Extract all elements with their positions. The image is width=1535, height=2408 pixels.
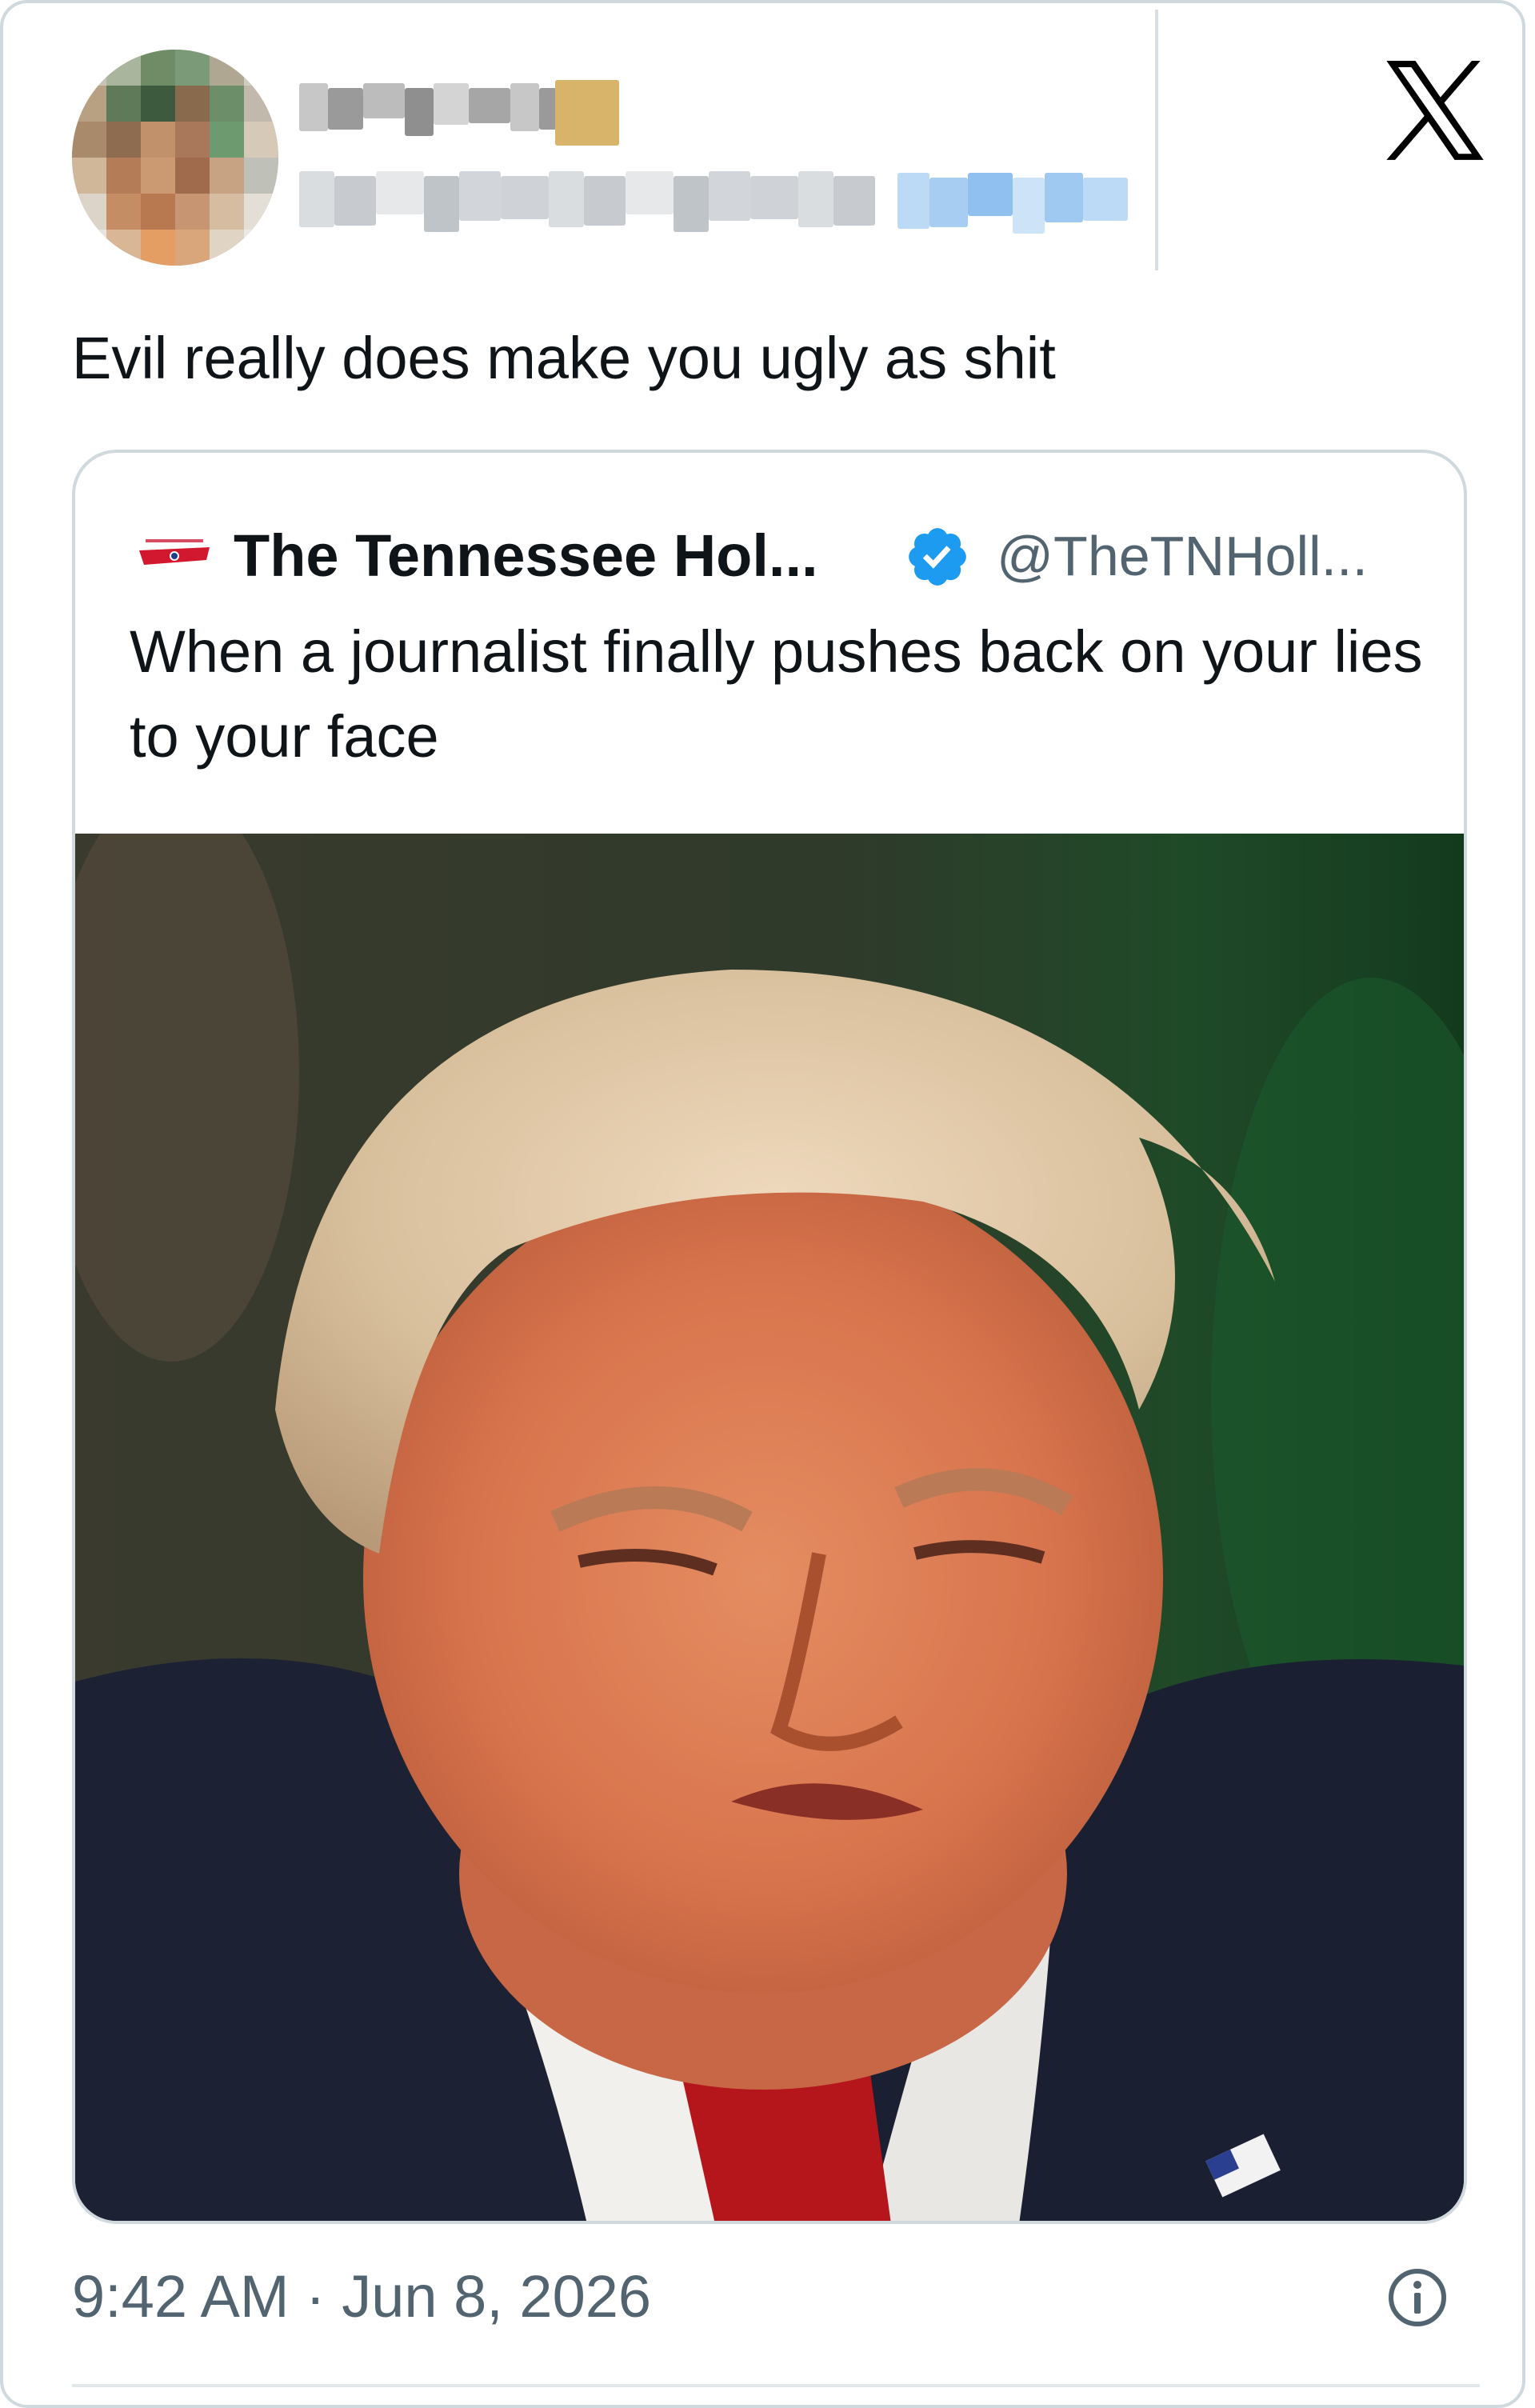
follow-link-obscured[interactable] bbox=[897, 170, 1128, 237]
author-handle-obscured[interactable] bbox=[299, 168, 875, 235]
tennessee-holler-logo bbox=[139, 538, 210, 565]
quoted-display-name[interactable]: The Tennessee Hol... bbox=[234, 522, 818, 590]
header-divider bbox=[1155, 10, 1158, 270]
quoted-handle[interactable]: @TheTNHoll... bbox=[997, 522, 1368, 590]
footer-divider bbox=[72, 2384, 1480, 2387]
author-avatar[interactable] bbox=[72, 50, 278, 266]
x-logo-icon[interactable] bbox=[1361, 61, 1509, 160]
quoted-tweet-photo[interactable] bbox=[75, 834, 1464, 2224]
info-icon[interactable] bbox=[1387, 2267, 1448, 2328]
tweet-text: Evil really does make you ugly as shit bbox=[72, 325, 1056, 391]
quoted-tweet-card[interactable]: The Tennessee Hol... @TheTNHoll... When … bbox=[72, 450, 1467, 2224]
tweet-card: Evil really does make you ugly as shit T… bbox=[0, 0, 1525, 2408]
quoted-tweet-text: When a journalist finally pushes back on… bbox=[130, 618, 1423, 770]
author-display-name-obscured[interactable] bbox=[299, 80, 619, 146]
verified-badge-icon bbox=[909, 528, 966, 586]
tweet-timestamp[interactable]: 9:42 AM · Jun 8, 2026 bbox=[72, 2261, 651, 2333]
